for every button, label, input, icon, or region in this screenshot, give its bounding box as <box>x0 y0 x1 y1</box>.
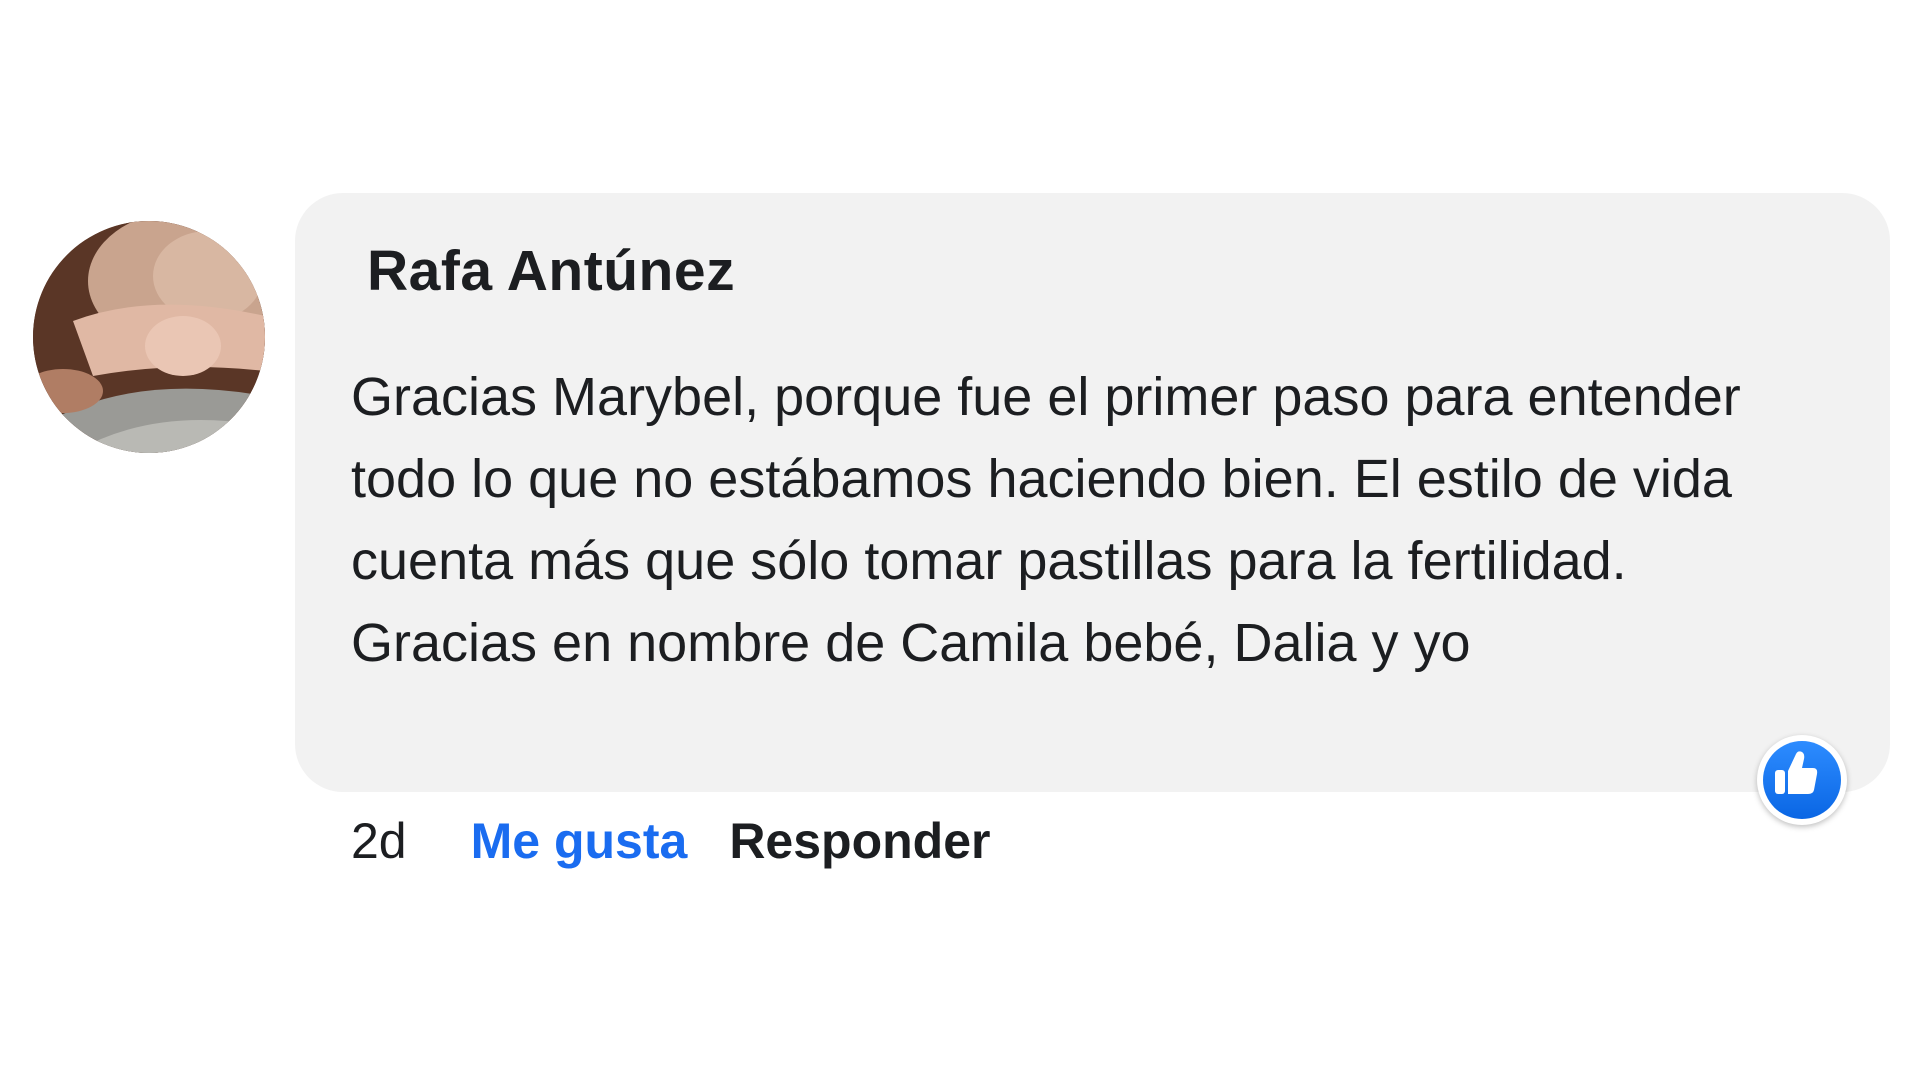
comment-actions: 2d Me gusta Responder <box>351 806 991 876</box>
like-button[interactable]: Me gusta <box>471 812 688 870</box>
avatar[interactable] <box>33 221 265 453</box>
comment-text: Gracias Marybel, porque fue el primer pa… <box>351 367 1741 673</box>
reply-button[interactable]: Responder <box>729 812 990 870</box>
avatar-photo <box>33 221 265 453</box>
comment-author[interactable]: Rafa Antúnez <box>367 238 735 304</box>
thumbs-up-icon <box>1775 751 1818 794</box>
comment: Rafa Antúnez Gracias Marybel, porque fue… <box>0 0 1920 1080</box>
comment-timestamp[interactable]: 2d <box>351 812 407 870</box>
reaction-badge[interactable] <box>1757 735 1847 825</box>
